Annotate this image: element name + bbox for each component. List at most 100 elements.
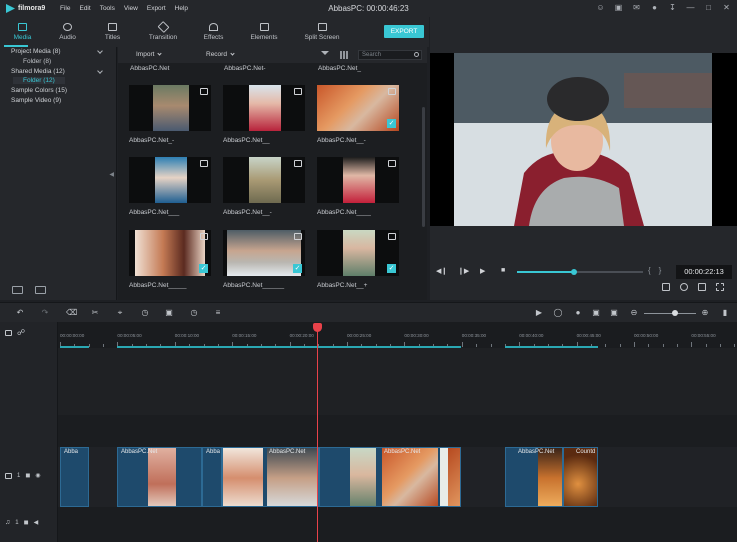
render-preview-icon[interactable]: ▶ xyxy=(534,308,544,317)
bulb-icon[interactable]: ● xyxy=(650,3,659,12)
tab-elements[interactable]: Elements xyxy=(236,17,292,47)
library-item-shared-media[interactable]: Shared Media (12) xyxy=(11,68,65,75)
close-icon[interactable]: ✕ xyxy=(722,3,731,12)
play-slow-icon[interactable]: ❙▶ xyxy=(458,267,469,275)
video-track-icon xyxy=(5,472,12,479)
green-screen-icon[interactable]: ▣ xyxy=(164,308,174,317)
audio-mixer-icon[interactable]: ≡ xyxy=(213,308,223,317)
delete-icon[interactable]: ⌫ xyxy=(66,308,77,317)
media-clip[interactable]: AbbasPC.Net____ xyxy=(317,157,399,216)
library-item-sample-colors[interactable]: Sample Colors (15) xyxy=(11,87,67,94)
timeline-clip[interactable]: AbbasPC.Net xyxy=(505,447,563,507)
menu-help[interactable]: Help xyxy=(175,5,188,12)
volume-icon[interactable] xyxy=(698,283,706,291)
tab-split-screen[interactable]: Split Screen xyxy=(292,17,352,47)
add-folder-icon[interactable] xyxy=(12,286,23,294)
layout-icon[interactable]: ▮ xyxy=(720,308,730,317)
snapshot-icon[interactable] xyxy=(680,283,688,291)
cut-icon[interactable]: ✂ xyxy=(90,308,100,317)
menu-file[interactable]: File xyxy=(60,5,70,12)
media-clip[interactable]: AbbasPC.Net___ xyxy=(129,157,211,216)
timeline-clip[interactable]: AbbasPC.Net xyxy=(222,447,319,507)
tab-effects[interactable]: Effects xyxy=(191,17,236,47)
library-item-project-media[interactable]: Project Media (8) xyxy=(11,48,61,55)
filter-icon[interactable] xyxy=(321,51,329,59)
eye-icon[interactable]: ◉ xyxy=(35,472,40,479)
restore-icon[interactable]: □ xyxy=(704,3,713,12)
stop-icon[interactable]: ■ xyxy=(501,267,505,274)
library-item-shared-folder[interactable]: Folder (12) xyxy=(13,77,65,84)
minimize-icon[interactable]: — xyxy=(686,3,695,12)
fullscreen-icon[interactable] xyxy=(716,283,724,291)
marker-icon[interactable]: ◯ xyxy=(553,308,563,317)
speaker-icon[interactable]: ◀ xyxy=(34,519,39,526)
mark-in-out-icon[interactable]: {} xyxy=(648,266,669,275)
undo-icon[interactable]: ↶ xyxy=(15,308,25,317)
mixer-icon[interactable]: ▣ xyxy=(591,308,601,317)
export-button[interactable]: EXPORT xyxy=(384,25,424,38)
browser-scrollbar[interactable] xyxy=(422,107,425,227)
user-icon[interactable]: ☺ xyxy=(596,3,605,12)
zoom-handle[interactable] xyxy=(672,310,679,316)
preview-viewer[interactable] xyxy=(430,53,737,226)
media-clip[interactable]: AbbasPC.Net__- xyxy=(223,157,305,216)
library-item-folder[interactable]: Folder (8) xyxy=(23,58,51,65)
play-icon[interactable]: ▶ xyxy=(480,267,485,275)
lock-icon[interactable]: ◼ xyxy=(25,472,30,479)
search-icon[interactable] xyxy=(414,52,419,57)
media-clip[interactable]: ✓ AbbasPC.Net__- xyxy=(317,85,399,144)
tab-titles[interactable]: Titles xyxy=(90,17,135,47)
media-clip[interactable]: ✓ AbbasPC.Net__+ xyxy=(317,230,399,289)
timeline-clip[interactable]: AbbasPC.Net xyxy=(319,447,461,507)
media-clip[interactable]: AbbasPC.Net_- xyxy=(129,85,211,144)
menu-edit[interactable]: Edit xyxy=(79,5,90,12)
add-track-icon[interactable] xyxy=(5,329,12,336)
voiceover-icon[interactable]: ● xyxy=(573,308,583,317)
new-folder-icon[interactable] xyxy=(35,286,46,294)
zoom-slider[interactable] xyxy=(644,310,696,316)
timeline-clip[interactable]: Countd xyxy=(563,447,598,507)
import-dropdown[interactable]: Import xyxy=(136,51,163,58)
lock-icon[interactable]: ◼ xyxy=(24,519,29,526)
menu-export[interactable]: Export xyxy=(147,5,166,12)
render-icon[interactable] xyxy=(662,283,670,291)
chevron-down-icon[interactable] xyxy=(97,48,103,54)
speed-icon[interactable]: ◷ xyxy=(140,308,150,317)
record-dropdown[interactable]: Record xyxy=(206,51,235,58)
zoom-out-icon[interactable]: ⊖ xyxy=(629,308,639,317)
crop-icon[interactable]: ⌖ xyxy=(115,308,125,318)
ruler-time-label: 00:00:15:00 xyxy=(232,333,257,338)
menu-tools[interactable]: Tools xyxy=(100,5,115,12)
prev-frame-icon[interactable]: ◀❙ xyxy=(436,267,447,275)
zoom-in-icon[interactable]: ⊕ xyxy=(700,308,710,317)
grid-view-icon[interactable] xyxy=(340,51,348,59)
media-clip[interactable]: ✓ AbbasPC.Net______ xyxy=(223,230,305,289)
chevron-down-icon[interactable] xyxy=(97,68,103,74)
download-icon[interactable]: ↧ xyxy=(668,3,677,12)
timeline-clip[interactable]: Abba xyxy=(202,447,222,507)
playback-progress[interactable] xyxy=(517,269,643,275)
gift-icon[interactable]: ▣ xyxy=(614,3,623,12)
progress-handle[interactable] xyxy=(570,269,577,275)
timeline-clip[interactable]: Abba xyxy=(60,447,89,507)
timeline-clip[interactable]: AbbasPC.Net xyxy=(117,447,202,507)
library-item-sample-video[interactable]: Sample Video (9) xyxy=(11,97,61,104)
media-clip[interactable]: AbbasPC.Net__ xyxy=(223,85,305,144)
link-icon[interactable]: ☍ xyxy=(17,328,25,337)
mail-icon[interactable]: ✉ xyxy=(632,3,641,12)
redo-icon[interactable]: ↷ xyxy=(40,308,50,317)
tab-audio[interactable]: Audio xyxy=(45,17,90,47)
menu-view[interactable]: View xyxy=(124,5,138,12)
search-input[interactable]: Search xyxy=(358,50,422,60)
tab-transition-label: Transition xyxy=(148,34,178,41)
snapshot-icon[interactable]: ▣ xyxy=(609,308,619,317)
tab-media[interactable]: Media xyxy=(0,17,45,47)
duration-icon[interactable]: ◷ xyxy=(189,308,199,317)
folder-icon xyxy=(18,23,27,31)
media-clip[interactable]: ✓ AbbasPC.Net_____ xyxy=(129,230,211,289)
playhead-handle[interactable] xyxy=(313,323,322,332)
collapse-arrow-icon[interactable]: ◀ xyxy=(109,171,114,178)
clip-label: AbbasPC.Net__- xyxy=(317,137,366,144)
timeline-ruler[interactable]: 00:00:00:00 00:00:05:00 00:00:10:00 00:00:1… xyxy=(0,322,737,348)
tab-transition[interactable]: Transition xyxy=(135,17,191,47)
